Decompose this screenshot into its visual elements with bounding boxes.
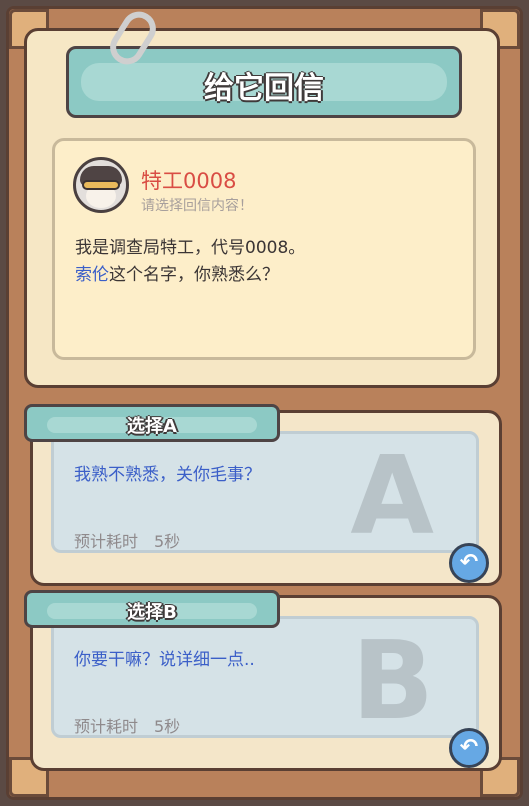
message-line-2-text: 这个名字，你熟悉么？ bbox=[109, 265, 279, 285]
option-a-panel[interactable]: A 我熟不熟悉，关你毛事？ 预计耗时 5秒 bbox=[51, 431, 479, 553]
option-b-panel[interactable]: B 你要干嘛？说详细一点.. 预计耗时 5秒 bbox=[51, 616, 479, 738]
option-a-label: 选择A bbox=[127, 416, 177, 437]
option-b-label: 选择B bbox=[127, 602, 177, 623]
highlighted-name[interactable]: 索伦 bbox=[75, 265, 109, 285]
sender-name: 特工0008 bbox=[141, 169, 237, 193]
option-a-time: 预计耗时 5秒 bbox=[74, 532, 181, 551]
letter-message: 我是调查局特工，代号0008。 索伦这个名字，你熟悉么？ bbox=[75, 235, 453, 289]
page-title: 给它回信 bbox=[204, 71, 324, 106]
option-a-text: 我熟不熟悉，关你毛事？ bbox=[74, 465, 261, 485]
option-b-tab: 选择B bbox=[24, 590, 280, 628]
option-b-text: 你要干嘛？说详细一点.. bbox=[74, 650, 255, 670]
option-b-letter: B bbox=[351, 619, 434, 744]
avatar-glasses bbox=[82, 180, 120, 190]
agent-avatar bbox=[73, 157, 129, 213]
reply-arrow-icon[interactable]: ↶ bbox=[449, 543, 489, 583]
received-letter-card: 特工0008 请选择回信内容！ 我是调查局特工，代号0008。 索伦这个名字，你… bbox=[52, 138, 476, 360]
option-a-tab: 选择A bbox=[24, 404, 280, 442]
option-a-letter: A bbox=[350, 434, 434, 559]
reply-prompt: 请选择回信内容！ bbox=[141, 198, 253, 214]
option-b-time: 预计耗时 5秒 bbox=[74, 717, 181, 736]
message-line-1: 我是调查局特工，代号0008。 bbox=[75, 238, 306, 258]
reply-arrow-icon[interactable]: ↶ bbox=[449, 728, 489, 768]
message-line-2: 索伦这个名字，你熟悉么？ bbox=[75, 262, 453, 289]
